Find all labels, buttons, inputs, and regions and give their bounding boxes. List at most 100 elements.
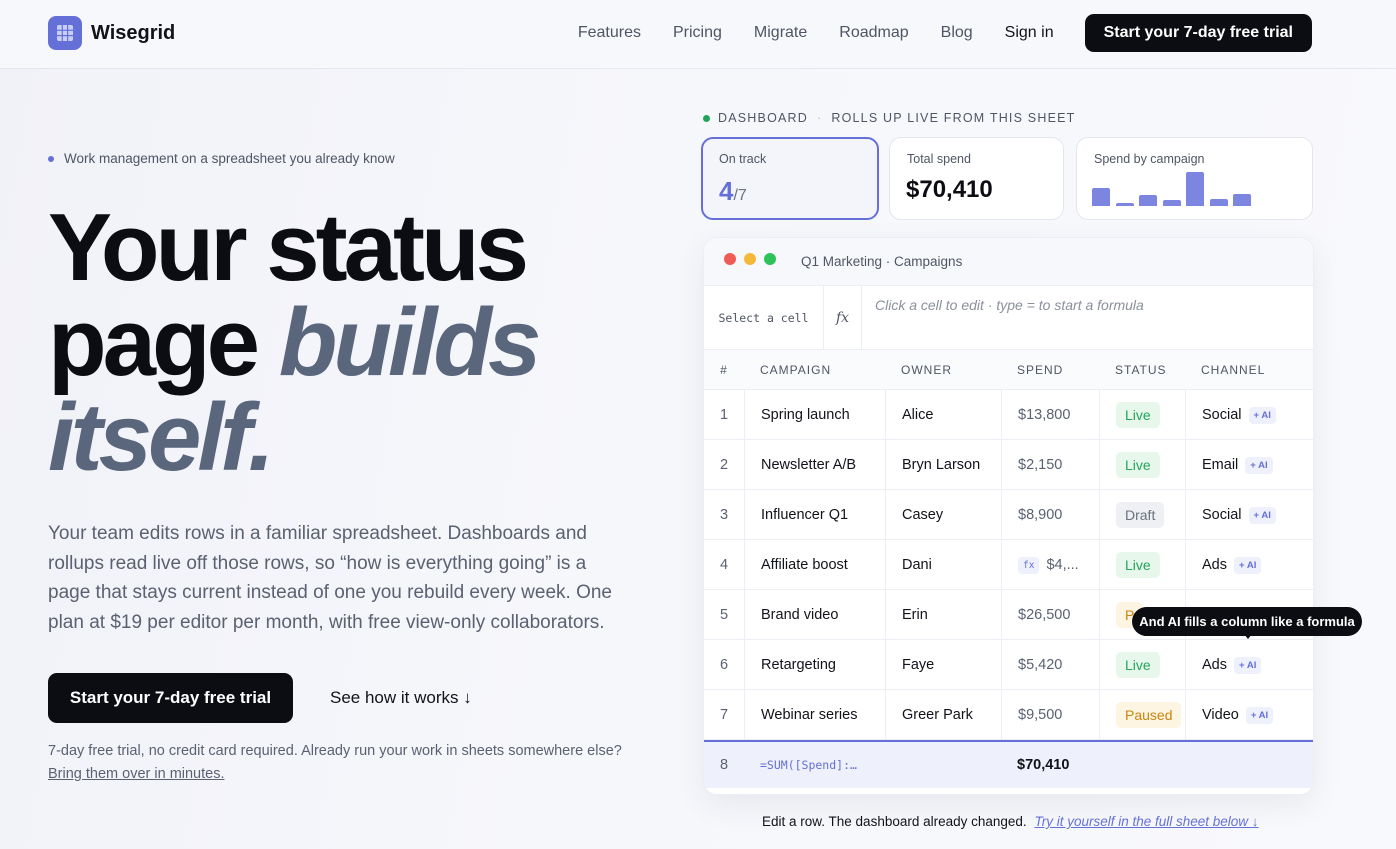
status-badge[interactable]: Paused	[1116, 702, 1182, 728]
campaign-cell[interactable]: Webinar series	[744, 690, 885, 740]
spend-cell[interactable]: $2,150	[1001, 440, 1099, 490]
owner-cell[interactable]: Casey	[885, 490, 1001, 540]
spend-by-campaign-card[interactable]: Spend by campaign	[1076, 137, 1313, 220]
col-header-campaign[interactable]: CAMPAIGN	[744, 350, 885, 390]
channel-value: Ads	[1202, 557, 1227, 573]
spend-cell[interactable]: $13,800	[1001, 390, 1099, 440]
spend-cell[interactable]: $9,500	[1001, 690, 1099, 740]
status-badge[interactable]: Live	[1116, 402, 1160, 428]
spend-bar	[1092, 188, 1110, 206]
nav-link-migrate[interactable]: Migrate	[754, 24, 807, 42]
table-row: 2 Newsletter A/B Bryn Larson $2,150 Live Emai…	[704, 440, 1313, 490]
channel-value: Video	[1202, 707, 1239, 723]
owner-cell[interactable]: Erin	[885, 590, 1001, 640]
spend-cell[interactable]: $26,500	[1001, 590, 1099, 640]
spend-cell[interactable]: fx $4,...	[1001, 540, 1099, 590]
spend-bar	[1115, 203, 1134, 206]
grid-icon	[57, 25, 73, 41]
on-track-label: On track	[719, 152, 767, 166]
spend-cell[interactable]: $5,420	[1001, 640, 1099, 690]
ai-fill-button[interactable]: + AI	[1248, 406, 1276, 424]
ai-fill-button[interactable]: + AI	[1248, 506, 1276, 524]
minimize-dot-icon	[744, 253, 756, 265]
nav-link-pricing[interactable]: Pricing	[673, 24, 722, 42]
dashboard-label: DASHBOARD	[718, 111, 808, 125]
row-index-cell: 1	[719, 407, 729, 423]
campaign-cell[interactable]: Spring launch	[744, 390, 885, 440]
sign-in-link[interactable]: Sign in	[1005, 24, 1054, 42]
try-it-link[interactable]: Try it yourself in the full sheet below …	[1034, 814, 1258, 829]
channel-cell[interactable]: Ads + AI	[1185, 540, 1313, 590]
status-cell[interactable]: Paused	[1099, 690, 1185, 740]
col-header-spend[interactable]: SPEND	[1001, 350, 1099, 390]
status-badge[interactable]: Live	[1116, 452, 1160, 478]
campaign-cell[interactable]: Affiliate boost	[744, 540, 885, 590]
sum-row-index: 8	[719, 757, 729, 773]
status-cell[interactable]: Live	[1099, 640, 1185, 690]
status-badge[interactable]: Live	[1116, 652, 1160, 678]
eyebrow-dot	[48, 155, 54, 162]
status-badge[interactable]: Draft	[1116, 502, 1165, 528]
status-cell[interactable]: Live	[1099, 390, 1185, 440]
tooltip-arrow	[1243, 633, 1253, 639]
owner-cell[interactable]: Greer Park	[885, 690, 1001, 740]
owner-cell[interactable]: Alice	[885, 390, 1001, 440]
owner-cell[interactable]: Dani	[885, 540, 1001, 590]
campaign-cell[interactable]: Influencer Q1	[744, 490, 885, 540]
total-spend-value: $70,410	[906, 176, 993, 203]
channel-cell[interactable]: Ads + AI	[1185, 640, 1313, 690]
ai-fill-button[interactable]: + AI	[1245, 456, 1273, 474]
channel-cell[interactable]: Email + AI	[1185, 440, 1313, 490]
column-headers: # CAMPAIGN OWNER SPEND STATUS CHANNEL	[704, 350, 1313, 390]
hero-lede: Your team edits rows in a familiar sprea…	[48, 523, 612, 633]
live-indicator-dot	[703, 114, 710, 122]
bring-them-over-link[interactable]: Bring them over in minutes.	[48, 766, 225, 782]
spend-by-campaign-label: Spend by campaign	[1094, 152, 1205, 166]
col-header-status[interactable]: STATUS	[1099, 350, 1185, 390]
status-cell[interactable]: Draft	[1099, 490, 1185, 540]
dashboard-header: DASHBOARD · ROLLS UP LIVE FROM THIS SHEE…	[703, 111, 1075, 125]
channel-value: Social	[1202, 407, 1242, 423]
status-cell[interactable]: Live	[1099, 540, 1185, 590]
on-track-value: 4/7	[719, 176, 747, 207]
col-header-owner[interactable]: OWNER	[885, 350, 1001, 390]
channel-cell[interactable]: Social + AI	[1185, 390, 1313, 440]
total-spend-card[interactable]: Total spend $70,410	[889, 137, 1064, 220]
nav-link-blog[interactable]: Blog	[941, 24, 973, 42]
spreadsheet-window: Q1 Marketing · Campaigns Select a cell f…	[703, 237, 1314, 795]
maximize-dot-icon	[764, 253, 776, 265]
dashboard-sublabel: ROLLS UP LIVE FROM THIS SHEET	[831, 111, 1076, 125]
status-badge[interactable]: Live	[1116, 552, 1160, 578]
see-how-it-works-link[interactable]: See how it works ↓	[330, 688, 472, 708]
table-row: 1 Spring launch Alice $13,800 Live Social + AI	[704, 390, 1313, 440]
nav-link-features[interactable]: Features	[578, 24, 641, 42]
ai-fill-button[interactable]: + AI	[1245, 706, 1274, 724]
campaign-cell[interactable]: Retargeting	[744, 640, 885, 690]
cell-reference-box[interactable]: Select a cell	[704, 286, 824, 350]
spend-cell[interactable]: $8,900	[1001, 490, 1099, 540]
brand-name[interactable]: Wisegrid	[91, 22, 175, 45]
row-index-cell: 5	[719, 607, 729, 623]
channel-value: Email	[1202, 457, 1239, 473]
ai-fill-button[interactable]: + AI	[1234, 656, 1262, 674]
start-trial-button[interactable]: Start your 7-day free trial	[48, 673, 293, 723]
campaign-cell[interactable]: Newsletter A/B	[744, 440, 885, 490]
sum-formula-cell[interactable]: =SUM([Spend]:…	[744, 742, 885, 788]
caption-text: Edit a row. The dashboard already change…	[762, 814, 1027, 829]
owner-cell[interactable]: Bryn Larson	[885, 440, 1001, 490]
col-header-channel[interactable]: CHANNEL	[1185, 350, 1313, 390]
nav-link-roadmap[interactable]: Roadmap	[839, 24, 908, 42]
channel-cell[interactable]: Video + AI	[1185, 690, 1313, 740]
channel-cell[interactable]: Social + AI	[1185, 490, 1313, 540]
ai-fill-button[interactable]: + AI	[1234, 556, 1262, 574]
nav-trial-button[interactable]: Start your 7-day free trial	[1084, 14, 1312, 52]
sum-total-cell[interactable]: $70,410	[1001, 742, 1099, 788]
formula-input[interactable]: Click a cell to edit · type = to start a…	[875, 297, 1144, 313]
status-cell[interactable]: Live	[1099, 440, 1185, 490]
owner-cell[interactable]: Faye	[885, 640, 1001, 690]
logo-icon[interactable]	[48, 16, 82, 50]
header-separator: ·	[816, 111, 823, 125]
on-track-card[interactable]: On track 4/7	[701, 137, 879, 220]
campaign-cell[interactable]: Brand video	[744, 590, 885, 640]
hero-fineprint: 7-day free trial, no credit card require…	[48, 740, 648, 786]
